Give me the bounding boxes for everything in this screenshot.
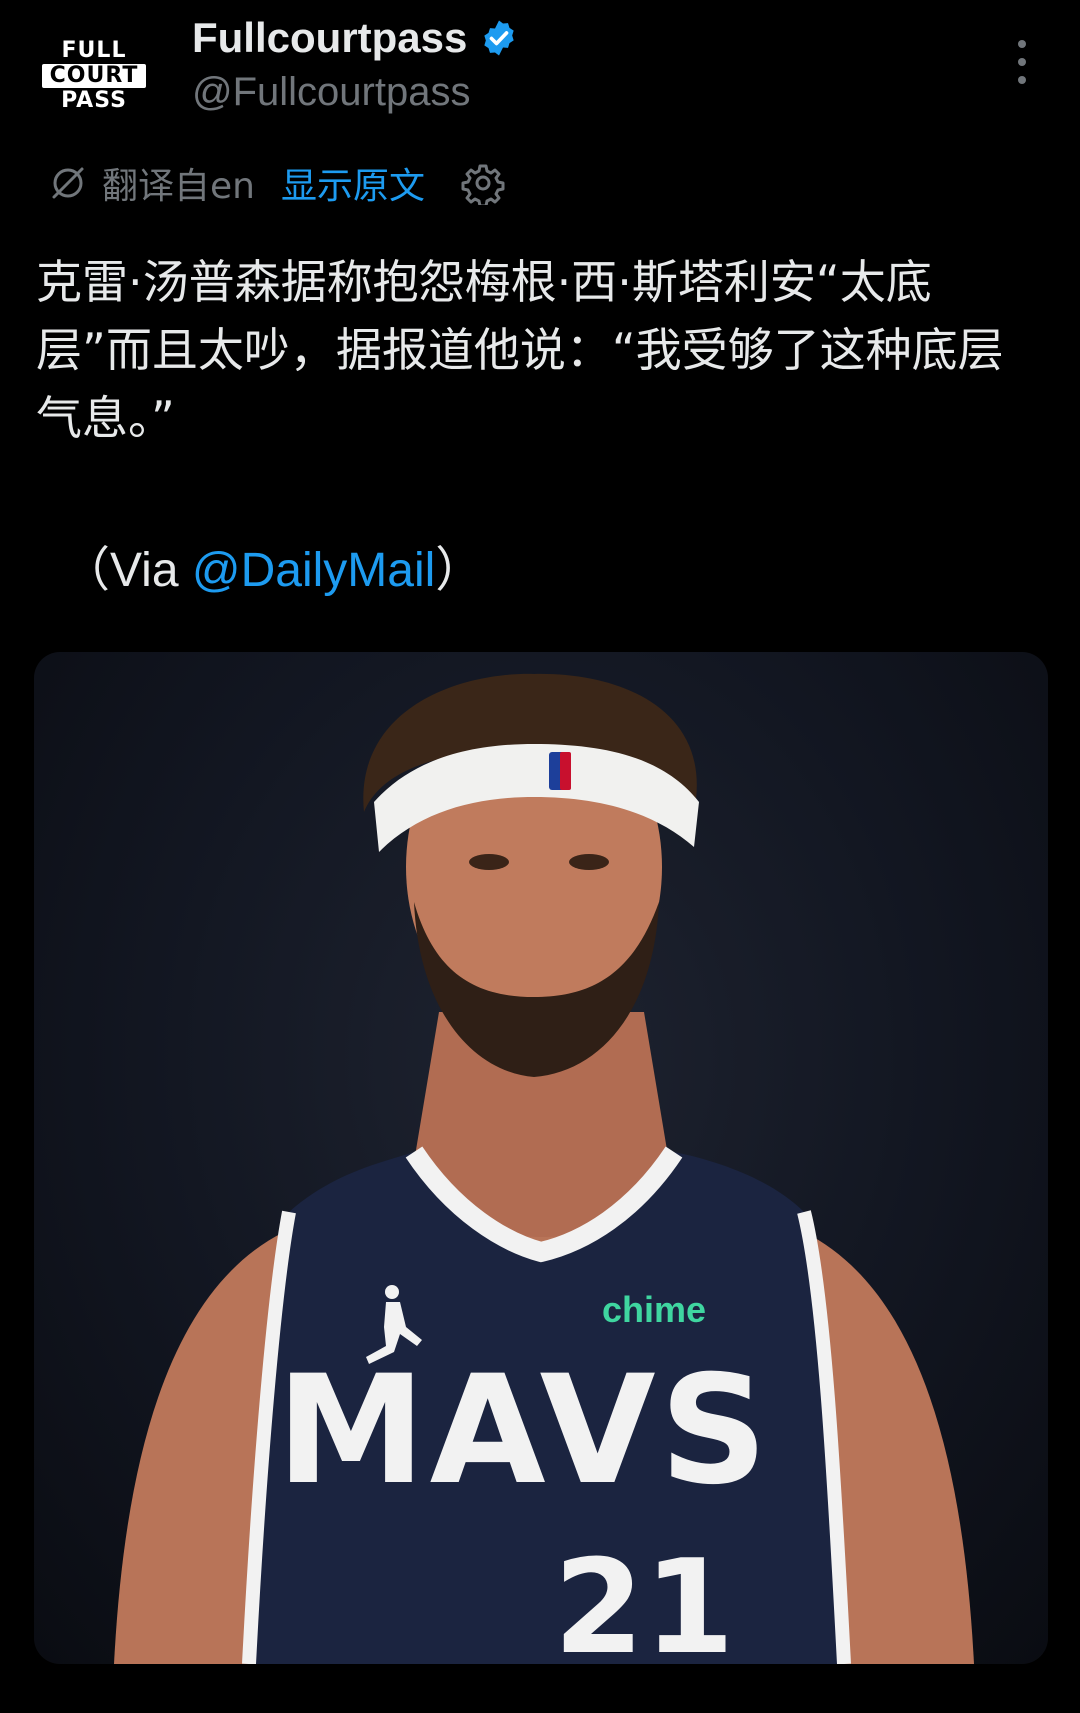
- author-handle[interactable]: @Fullcourtpass: [192, 70, 470, 115]
- avatar-text-line: FULL: [61, 38, 127, 63]
- player-photo-illustration: chime MAVS 21: [114, 673, 974, 1664]
- player-eye: [469, 854, 509, 870]
- settings-gear-icon[interactable]: [461, 161, 505, 205]
- tweet-photo[interactable]: chime MAVS 21: [34, 652, 1048, 1664]
- jersey-sponsor: chime: [602, 1289, 706, 1330]
- via-suffix: ）: [435, 544, 484, 597]
- verified-badge-icon: [484, 20, 515, 56]
- translation-bar: 翻译自en 显示原文: [48, 158, 505, 208]
- jersey-number: 21: [554, 1531, 735, 1664]
- tweet-text: 克雷·汤普森据称抱怨梅根·西·斯塔利安“太底层”而且太吵，据报道他说：“我受够了…: [36, 255, 1004, 445]
- player-eye: [569, 854, 609, 870]
- tweet-header: FULL COURT PASS Fullcourtpass @Fullcourt…: [0, 0, 1080, 140]
- avatar-text-line: COURT: [41, 64, 147, 88]
- via-attribution: （Via @DailyMail）: [62, 530, 483, 600]
- author-display-name[interactable]: Fullcourtpass: [192, 14, 467, 62]
- translated-from-label: 翻译自en: [102, 166, 255, 207]
- via-prefix: （Via: [62, 544, 192, 597]
- jersey-wordmark: MAVS: [276, 1344, 771, 1518]
- avatar[interactable]: FULL COURT PASS: [34, 36, 154, 116]
- more-options-icon[interactable]: [1010, 40, 1034, 84]
- dailymail-mention-link[interactable]: @DailyMail: [192, 544, 435, 597]
- show-original-link[interactable]: 显示原文: [281, 157, 425, 209]
- author-name-row[interactable]: Fullcourtpass: [192, 14, 519, 62]
- avatar-text-line: PASS: [61, 88, 127, 113]
- translate-icon: [52, 167, 84, 199]
